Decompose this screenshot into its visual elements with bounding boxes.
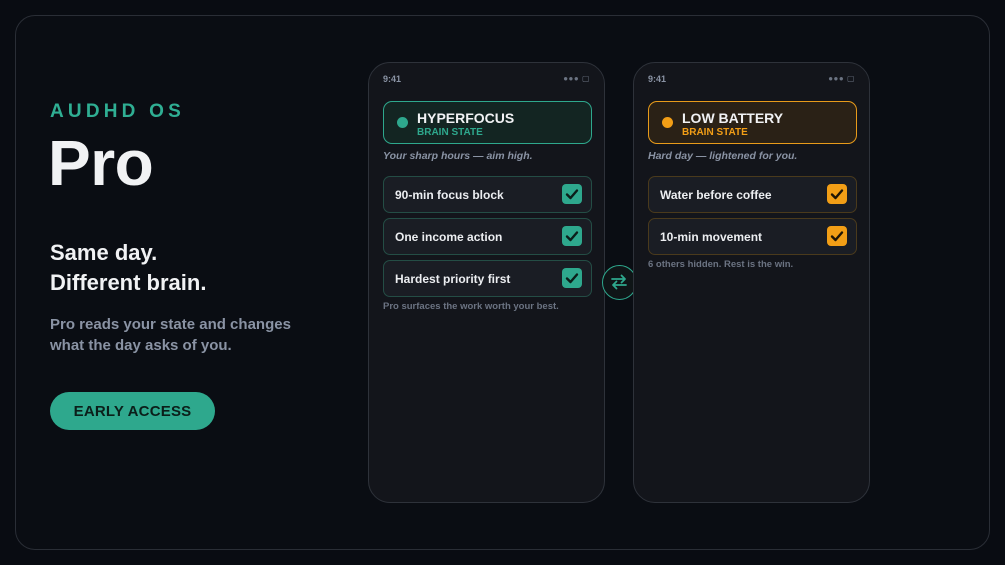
- swap-state-button[interactable]: [602, 265, 637, 300]
- task-label: 10-min movement: [660, 230, 763, 244]
- task-item[interactable]: Water before coffee: [648, 176, 857, 213]
- brand-eyebrow: AUDHD OS: [50, 101, 185, 122]
- checkmark-icon[interactable]: [562, 184, 582, 204]
- page-title: Pro: [48, 127, 154, 199]
- brain-state-card[interactable]: LOW BATTERY BRAIN STATE: [648, 101, 857, 144]
- checkmark-icon[interactable]: [827, 226, 847, 246]
- checkmark-icon[interactable]: [827, 184, 847, 204]
- hero-headline: Same day. Different brain.: [50, 238, 206, 298]
- checkmark-icon[interactable]: [562, 268, 582, 288]
- brain-state-title: HYPERFOCUS: [417, 110, 515, 126]
- phone-low-battery: 9:41 ●●● ▢ LOW BATTERY BRAIN STATE Hard …: [633, 62, 870, 503]
- swap-arrows-icon: [611, 274, 627, 290]
- state-tagline: Your sharp hours — aim high.: [383, 150, 533, 162]
- brain-state-title: LOW BATTERY: [682, 110, 784, 126]
- task-footnote: Pro surfaces the work worth your best.: [383, 301, 559, 312]
- status-time: 9:41: [383, 74, 402, 84]
- signal-battery-icon: ●●● ▢: [828, 74, 855, 83]
- status-bar: 9:41 ●●● ▢: [648, 74, 855, 86]
- status-dot-icon: [662, 117, 673, 128]
- early-access-button[interactable]: EARLY ACCESS: [50, 392, 215, 430]
- task-label: Hardest priority first: [395, 272, 511, 286]
- signal-battery-icon: ●●● ▢: [563, 74, 590, 83]
- task-item[interactable]: One income action: [383, 218, 592, 255]
- phone-hyperfocus: 9:41 ●●● ▢ HYPERFOCUS BRAIN STATE Your s…: [368, 62, 605, 503]
- status-time: 9:41: [648, 74, 667, 84]
- hero-description: Pro reads your state and changes what th…: [50, 316, 291, 354]
- state-tagline: Hard day — lightened for you.: [648, 150, 798, 162]
- brain-state-label: BRAIN STATE: [682, 127, 748, 138]
- status-dot-icon: [397, 117, 408, 128]
- task-footnote: 6 others hidden. Rest is the win.: [648, 259, 794, 270]
- task-label: 90-min focus block: [395, 188, 504, 202]
- task-item[interactable]: Hardest priority first: [383, 260, 592, 297]
- headline-line-1: Same day.: [50, 240, 158, 265]
- checkmark-icon[interactable]: [562, 226, 582, 246]
- task-label: Water before coffee: [660, 188, 772, 202]
- brain-state-label: BRAIN STATE: [417, 127, 483, 138]
- task-item[interactable]: 10-min movement: [648, 218, 857, 255]
- headline-line-2: Different brain.: [50, 270, 207, 295]
- task-item[interactable]: 90-min focus block: [383, 176, 592, 213]
- status-bar: 9:41 ●●● ▢: [383, 74, 590, 86]
- task-label: One income action: [395, 230, 503, 244]
- brain-state-card[interactable]: HYPERFOCUS BRAIN STATE: [383, 101, 592, 144]
